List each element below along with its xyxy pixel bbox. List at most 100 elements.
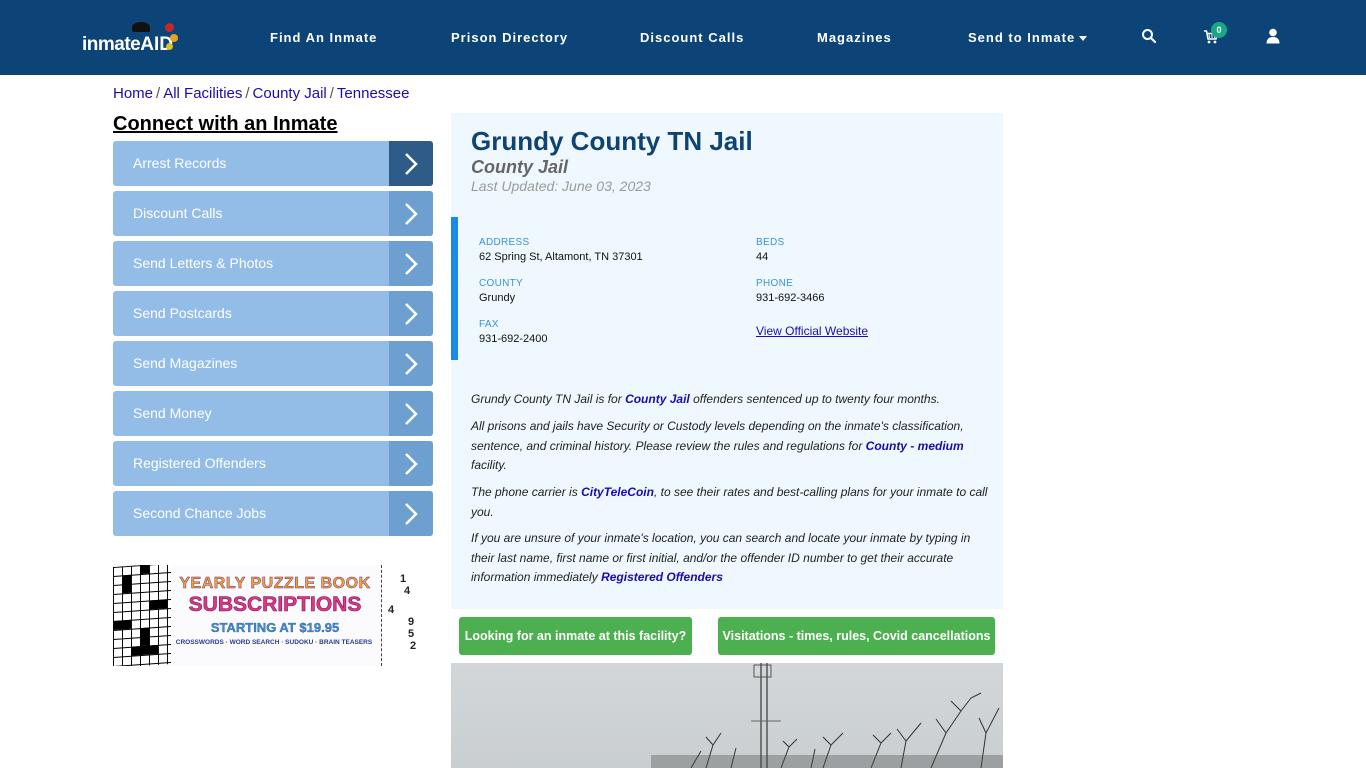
chevron-right-icon (389, 391, 433, 436)
breadcrumb-county-jail[interactable]: County Jail (253, 85, 327, 102)
radio-tower-graphic (751, 663, 781, 768)
cart-count-badge: 0 (1211, 22, 1227, 38)
description-paragraph: The phone carrier is CityTeleCoin, to se… (471, 483, 991, 522)
breadcrumb-all-facilities[interactable]: All Facilities (163, 85, 242, 102)
logo-text: inmate (82, 34, 141, 55)
user-icon[interactable] (1265, 28, 1281, 44)
logo-leaf-icon (170, 34, 178, 42)
sidebar-item-send-money[interactable]: Send Money (113, 391, 433, 436)
top-navbar: inmate AID Find An Inmate Prison Director… (0, 0, 1366, 75)
fax-field: FAX 931-692-2400 (479, 319, 548, 345)
breadcrumb-home[interactable]: Home (113, 85, 153, 102)
breadcrumb-separator: / (245, 85, 250, 102)
crossword-grid-graphic (113, 565, 171, 666)
sidebar-item-label: Send Letters & Photos (133, 255, 274, 271)
chevron-right-icon (389, 241, 433, 286)
sudoku-number: 5 (408, 628, 415, 640)
sudoku-number: 4 (388, 604, 395, 616)
website-field: View Official Website (756, 322, 868, 340)
sudoku-grid-graphic: 1 4 4 9 5 2 (381, 565, 423, 666)
description-paragraph: If you are unsure of your inmate's locat… (471, 529, 991, 588)
sudoku-number: 9 (408, 616, 415, 628)
fax-label: FAX (479, 319, 499, 330)
sidebar-item-send-letters-photos[interactable]: Send Letters & Photos (113, 241, 433, 286)
phone-value: 931-692-3466 (756, 292, 825, 304)
chevron-right-icon (389, 441, 433, 486)
facility-info-box: ADDRESS 62 Spring St, Altamont, TN 37301… (451, 217, 1003, 360)
breadcrumb: Home / All Facilities / County Jail / Tennesse… (113, 85, 409, 102)
search-icon[interactable] (1141, 28, 1157, 44)
sidebar-item-second-chance-jobs[interactable]: Second Chance Jobs (113, 491, 433, 536)
ad-tagline: CROSSWORDS · WORD SEARCH · SUDOKU · BRAI… (175, 639, 373, 646)
crossword-block (113, 619, 131, 631)
chevron-right-icon (389, 491, 433, 536)
sidebar-title: Connect with an Inmate (113, 113, 338, 135)
logo-leaf-icon (165, 23, 174, 32)
fax-value: 931-692-2400 (479, 333, 548, 345)
chevron-right-icon (389, 141, 433, 186)
sidebar-item-send-magazines[interactable]: Send Magazines (113, 341, 433, 386)
sidebar-menu: Arrest Records Discount Calls Send Lette… (113, 141, 433, 541)
last-updated: Last Updated: June 03, 2023 (471, 178, 651, 194)
nav-magazines[interactable]: Magazines (817, 30, 892, 45)
county-value: Grundy (479, 292, 516, 304)
sidebar-item-label: Arrest Records (133, 155, 227, 171)
county-medium-link[interactable]: County - medium (866, 439, 964, 453)
facility-type: County Jail (471, 157, 569, 177)
crossword-block (140, 565, 149, 575)
phone-label: PHONE (756, 278, 794, 289)
crossword-block (140, 627, 149, 647)
ad-price: STARTING AT $19.95 (210, 620, 340, 635)
nav-prison-directory[interactable]: Prison Directory (451, 30, 568, 45)
facility-photo (451, 663, 1003, 768)
nav-send-to-inmate[interactable]: Send to Inmate (968, 30, 1088, 45)
site-logo[interactable]: inmate AID (82, 20, 173, 56)
description-paragraph: All prisons and jails have Security or C… (471, 417, 991, 476)
registered-offenders-link[interactable]: Registered Offenders (601, 570, 723, 584)
sidebar-item-label: Send Money (133, 405, 212, 421)
sidebar-item-label: Second Chance Jobs (133, 505, 267, 521)
address-label: ADDRESS (479, 237, 530, 248)
sidebar-item-arrest-records[interactable]: Arrest Records (113, 141, 433, 186)
find-inmate-at-facility-button[interactable]: Looking for an inmate at this facility? (459, 617, 692, 655)
sidebar-item-label: Discount Calls (133, 205, 223, 221)
chevron-right-icon (389, 341, 433, 386)
breadcrumb-separator: / (329, 85, 334, 102)
sidebar-item-label: Registered Offenders (133, 455, 266, 471)
phone-field: PHONE 931-692-3466 (756, 278, 825, 304)
ad-headline: YEARLY PUZZLE BOOK (179, 575, 371, 593)
puzzle-book-ad-banner[interactable]: 1 4 4 9 5 2 YEARLY PUZZLE BOOK SUBSCRIPT… (113, 565, 423, 666)
citytelecoin-link[interactable]: CityTeleCoin (581, 485, 654, 499)
county-label: COUNTY (479, 278, 524, 289)
sidebar-item-discount-calls[interactable]: Discount Calls (113, 191, 433, 236)
visitations-button[interactable]: Visitations - times, rules, Covid cancel… (718, 617, 995, 655)
facility-panel: Grundy County TN Jail County Jail Last U… (451, 113, 1003, 609)
crossword-block (122, 574, 131, 594)
nav-discount-calls[interactable]: Discount Calls (640, 30, 744, 45)
breadcrumb-tennessee[interactable]: Tennessee (337, 85, 410, 102)
sidebar-item-send-postcards[interactable]: Send Postcards (113, 291, 433, 336)
crossword-block (149, 599, 167, 610)
logo-leaf-icon (166, 43, 173, 50)
view-official-website-link[interactable]: View Official Website (756, 324, 868, 338)
address-field: ADDRESS 62 Spring St, Altamont, TN 37301 (479, 237, 643, 263)
nav-send-to-inmate-label: Send to Inmate (968, 30, 1076, 45)
county-jail-link[interactable]: County Jail (625, 392, 690, 406)
county-field: COUNTY Grundy (479, 278, 523, 304)
sudoku-number: 1 (400, 573, 407, 585)
ad-title: SUBSCRIPTIONS (188, 593, 362, 617)
description-text: offenders sentenced up to twenty four mo… (689, 392, 940, 406)
facility-title: Grundy County TN Jail (471, 126, 753, 156)
chevron-right-icon (389, 191, 433, 236)
nav-find-an-inmate[interactable]: Find An Inmate (270, 30, 377, 45)
description-text: Grundy County TN Jail is for (471, 392, 626, 406)
caret-down-icon (1079, 36, 1088, 42)
sidebar-item-label: Send Magazines (133, 355, 238, 371)
sidebar-item-label: Send Postcards (133, 305, 232, 321)
logo-hat-icon (132, 22, 150, 32)
description-text: facility. (471, 458, 507, 472)
sudoku-number: 4 (404, 585, 411, 597)
sidebar-item-registered-offenders[interactable]: Registered Offenders (113, 441, 433, 486)
chevron-right-icon (389, 291, 433, 336)
beds-label: BEDS (756, 237, 785, 248)
